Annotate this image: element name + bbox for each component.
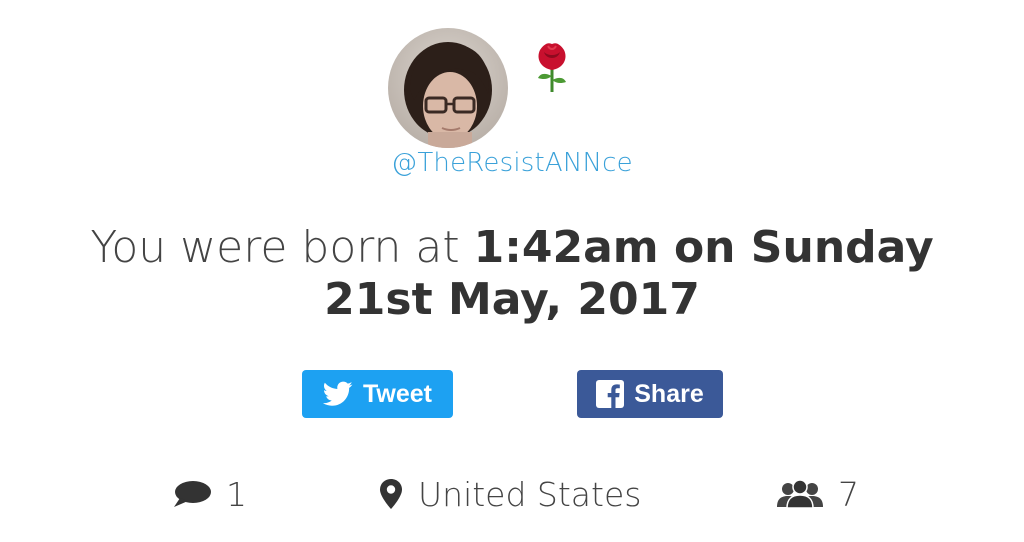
headline-prefix: You were born at <box>90 222 474 273</box>
facebook-icon <box>596 380 625 408</box>
headline: You were born at 1:42am on Sunday 21st M… <box>0 222 1024 326</box>
profile-handle[interactable]: @TheResistANNce <box>0 148 1024 178</box>
born-at-card: @TheResistANNce You were born at 1:42am … <box>0 0 1024 542</box>
facebook-share-button[interactable]: Share <box>577 370 723 418</box>
location-text: United States <box>418 474 642 514</box>
friends-count: 7 <box>838 474 859 514</box>
tweet-button[interactable]: Tweet <box>302 370 453 418</box>
headline-line-1: You were born at 1:42am on Sunday <box>0 222 1024 274</box>
group-icon <box>776 479 824 509</box>
avatar[interactable] <box>388 28 508 148</box>
location-stat[interactable]: United States <box>378 474 641 514</box>
rose-icon <box>530 40 574 94</box>
comments-count: 1 <box>226 474 247 514</box>
comments-stat[interactable]: 1 <box>172 474 247 514</box>
comment-bubble-icon <box>172 479 212 509</box>
headline-time-day: 1:42am on Sunday <box>473 222 934 273</box>
share-label: Share <box>634 379 704 408</box>
friends-stat[interactable]: 7 <box>776 474 859 514</box>
avatar-photo <box>388 28 508 148</box>
headline-date: 21st May, 2017 <box>324 274 700 325</box>
twitter-bird-icon <box>323 381 353 407</box>
tweet-label: Tweet <box>363 379 432 408</box>
map-pin-icon <box>378 477 404 511</box>
